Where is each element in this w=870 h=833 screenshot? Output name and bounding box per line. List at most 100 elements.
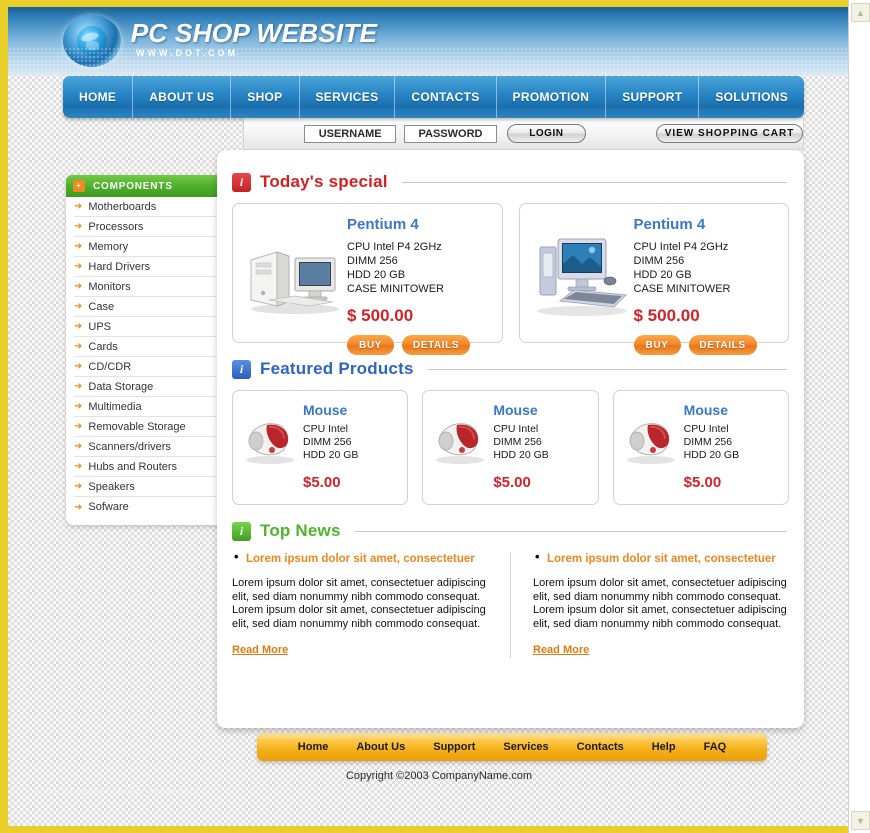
sidebar-item-ups[interactable]: ➜ UPS [74, 317, 216, 337]
divider [401, 181, 787, 183]
nav-item-promotion[interactable]: PROMOTION [497, 76, 607, 118]
arrow-icon: ➜ [74, 481, 83, 492]
news-item: Lorem ipsum dolor sit amet, consectetuer… [232, 550, 510, 658]
sidebar-item-removable-storage[interactable]: ➜ Removable Storage [74, 417, 216, 437]
news-body: Lorem ipsum dolor sit amet, consectetuer… [533, 577, 787, 630]
sidebar-item-speakers[interactable]: ➜ Speakers [74, 477, 216, 497]
sidebar-item-label: Scanners/drivers [88, 440, 171, 453]
product-spec-cpu: CPU Intel P4 2GHz [347, 241, 442, 253]
specials-list: Pentium 4 CPU Intel P4 2GHz DIMM 256 HDD… [232, 203, 789, 355]
sidebar-item-scanners-drivers[interactable]: ➜ Scanners/drivers [74, 437, 216, 457]
nav-item-contacts[interactable]: CONTACTS [395, 76, 497, 118]
plus-icon: + [73, 180, 85, 192]
scrollbar-track[interactable] [851, 24, 870, 809]
sidebar-item-sofware[interactable]: ➜ Sofware [74, 497, 216, 517]
desktop-tower-monitor-image [239, 212, 347, 334]
featured-card[interactable]: Mouse CPU Intel DIMM 256 HDD 20 GB $5.00 [232, 390, 409, 505]
sidebar-item-label: Case [88, 300, 115, 313]
sidebar-item-processors[interactable]: ➜ Processors [74, 217, 216, 237]
nav-item-solutions[interactable]: SOLUTIONS [699, 76, 804, 118]
info-icon: i [232, 521, 251, 541]
featured-info: Mouse CPU Intel DIMM 256 HDD 20 GB $5.00 [303, 402, 399, 491]
site-subtitle: WWW.DOT.COM [136, 48, 238, 58]
product-spec-hdd: HDD 20 GB [633, 269, 692, 281]
main-navigation: HOME ABOUT US SHOP SERVICES CONTACTS PRO… [63, 76, 804, 118]
footer-link-faq[interactable]: FAQ [704, 741, 727, 753]
chevron-down-icon[interactable]: ▼ [851, 811, 870, 830]
buy-button[interactable]: BUY [633, 335, 681, 355]
vertical-scrollbar[interactable]: ▲ ▼ [848, 0, 870, 833]
nav-item-services[interactable]: SERVICES [300, 76, 396, 118]
arrow-icon: ➜ [74, 381, 83, 392]
news-headline[interactable]: Lorem ipsum dolor sit amet, consectetuer [232, 550, 488, 566]
username-input[interactable]: USERNAME [304, 124, 397, 143]
site-title: PC SHOP WEBSITE [130, 18, 378, 48]
sidebar-item-cd-cdr[interactable]: ➜ CD/CDR [74, 357, 216, 377]
product-name: Mouse [303, 402, 348, 418]
sidebar-heading: + COMPONENTS [66, 175, 224, 197]
news-body: Lorem ipsum dolor sit amet, consectetuer… [232, 577, 486, 630]
sidebar-item-data-storage[interactable]: ➜ Data Storage [74, 377, 216, 397]
browser-page: PC SHOP WEBSITE WWW.DOT.COM HOME ABOUT U… [0, 0, 870, 833]
news-headline[interactable]: Lorem ipsum dolor sit amet, consectetuer [533, 550, 789, 566]
product-price: $5.00 [683, 474, 722, 491]
login-button[interactable]: LOGIN [506, 124, 587, 143]
footer-link-home[interactable]: Home [298, 741, 329, 753]
mouse-image [427, 402, 493, 466]
sidebar-item-label: Speakers [88, 480, 135, 493]
sidebar-item-cards[interactable]: ➜ Cards [74, 337, 216, 357]
footer-link-contacts[interactable]: Contacts [577, 741, 624, 753]
footer-navigation: Home About Us Support Services Contacts … [257, 733, 767, 761]
product-name: Pentium 4 [633, 216, 706, 233]
product-price: $ 500.00 [347, 306, 414, 325]
arrow-icon: ➜ [74, 341, 83, 352]
password-input[interactable]: PASSWORD [404, 124, 497, 143]
sidebar-item-label: Processors [88, 220, 144, 233]
sidebar-item-hubs-and-routers[interactable]: ➜ Hubs and Routers [74, 457, 216, 477]
product-spec-memory: DIMM 256 [493, 436, 542, 448]
todays-special-header: i Today's special [232, 172, 789, 192]
sidebar-item-label: Hard Drivers [88, 260, 151, 273]
footer-link-about-us[interactable]: About Us [356, 741, 405, 753]
todays-special-title: Today's special [260, 172, 388, 191]
details-button[interactable]: DETAILS [402, 335, 470, 355]
footer-link-support[interactable]: Support [433, 741, 475, 753]
mouse-image [618, 402, 684, 466]
nav-item-support[interactable]: SUPPORT [606, 76, 700, 118]
product-card[interactable]: Pentium 4 CPU Intel P4 2GHz DIMM 256 HDD… [518, 203, 789, 355]
product-card[interactable]: Pentium 4 CPU Intel P4 2GHz DIMM 256 HDD… [232, 203, 503, 355]
product-spec-memory: DIMM 256 [683, 436, 733, 448]
sidebar-item-hard-drivers[interactable]: ➜ Hard Drivers [74, 257, 216, 277]
featured-card[interactable]: Mouse CPU Intel DIMM 256 HDD 20 GB $5.00 [612, 390, 789, 505]
chevron-up-icon[interactable]: ▲ [851, 3, 870, 22]
divider [354, 530, 787, 532]
sidebar-item-monitors[interactable]: ➜ Monitors [74, 277, 216, 297]
copyright-text: Copyright ©2003 CompanyName.com [345, 770, 533, 782]
sidebar-item-memory[interactable]: ➜ Memory [74, 237, 216, 257]
top-news-header: i Top News [232, 521, 789, 541]
nav-item-about-us[interactable]: ABOUT US [133, 76, 232, 118]
top-news-title: Top News [260, 521, 341, 540]
details-button[interactable]: DETAILS [688, 335, 757, 355]
featured-card[interactable]: Mouse CPU Intel DIMM 256 HDD 20 GB $5.00 [422, 390, 599, 505]
product-price: $5.00 [493, 474, 531, 491]
info-icon: i [232, 359, 251, 379]
arrow-icon: ➜ [74, 261, 83, 272]
nav-item-home[interactable]: HOME [63, 76, 134, 118]
featured-products-list: Mouse CPU Intel DIMM 256 HDD 20 GB $5.00 [232, 390, 789, 505]
footer-link-services[interactable]: Services [503, 741, 548, 753]
sidebar-item-case[interactable]: ➜ Case [74, 297, 216, 317]
arrow-icon: ➜ [74, 421, 83, 432]
read-more-link[interactable]: Read More [232, 644, 288, 656]
view-shopping-cart-button[interactable]: VIEW SHOPPING CART [656, 124, 803, 143]
product-spec-cpu: CPU Intel [683, 423, 729, 435]
footer-link-help[interactable]: Help [652, 741, 676, 753]
arrow-icon: ➜ [74, 361, 83, 372]
product-spec-hdd: HDD 20 GB [683, 449, 740, 461]
arrow-icon: ➜ [74, 201, 83, 212]
read-more-link[interactable]: Read More [533, 644, 589, 656]
buy-button[interactable]: BUY [347, 335, 394, 355]
sidebar-item-multimedia[interactable]: ➜ Multimedia [74, 397, 216, 417]
sidebar-item-motherboards[interactable]: ➜ Motherboards [74, 197, 216, 217]
nav-item-shop[interactable]: SHOP [231, 76, 300, 118]
